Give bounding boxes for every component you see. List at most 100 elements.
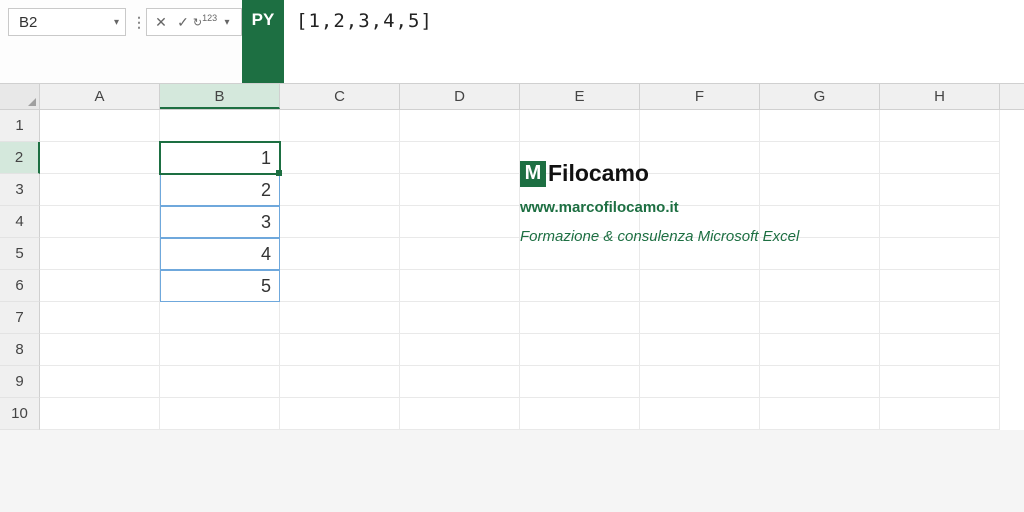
cell-H6[interactable]	[880, 270, 1000, 302]
cell-C8[interactable]	[280, 334, 400, 366]
row-header-1[interactable]: 1	[0, 110, 40, 142]
cell-A3[interactable]	[40, 174, 160, 206]
cell-D10[interactable]	[400, 398, 520, 430]
cell-H2[interactable]	[880, 142, 1000, 174]
col-header-E[interactable]: E	[520, 84, 640, 109]
cell-G1[interactable]	[760, 110, 880, 142]
cell-A5[interactable]	[40, 238, 160, 270]
cell-A7[interactable]	[40, 302, 160, 334]
cell-D2[interactable]	[400, 142, 520, 174]
cell-C2[interactable]	[280, 142, 400, 174]
cell-A1[interactable]	[40, 110, 160, 142]
cell-E1[interactable]	[520, 110, 640, 142]
col-header-C[interactable]: C	[280, 84, 400, 109]
cell-D9[interactable]	[400, 366, 520, 398]
cell-C6[interactable]	[280, 270, 400, 302]
cell-E7[interactable]	[520, 302, 640, 334]
enter-icon[interactable]: ✓	[173, 12, 193, 32]
cell-H10[interactable]	[880, 398, 1000, 430]
cell-C3[interactable]	[280, 174, 400, 206]
formula-input[interactable]: [1,2,3,4,5]	[284, 0, 1024, 83]
row-7: 7	[0, 302, 1024, 334]
row-header-5[interactable]: 5	[0, 238, 40, 270]
row-header-7[interactable]: 7	[0, 302, 40, 334]
cell-D5[interactable]	[400, 238, 520, 270]
row-header-4[interactable]: 4	[0, 206, 40, 238]
cell-D1[interactable]	[400, 110, 520, 142]
row-8: 8	[0, 334, 1024, 366]
row-5: 5 4	[0, 238, 1024, 270]
row-2: 2 1	[0, 142, 1024, 174]
cell-A10[interactable]	[40, 398, 160, 430]
cell-D4[interactable]	[400, 206, 520, 238]
cell-C1[interactable]	[280, 110, 400, 142]
chevron-down-icon[interactable]: ▾	[217, 12, 237, 32]
cell-F10[interactable]	[640, 398, 760, 430]
row-header-10[interactable]: 10	[0, 398, 40, 430]
name-box[interactable]: B2 ▾	[8, 8, 126, 36]
cell-A4[interactable]	[40, 206, 160, 238]
cell-D3[interactable]	[400, 174, 520, 206]
cell-E9[interactable]	[520, 366, 640, 398]
cell-B8[interactable]	[160, 334, 280, 366]
col-header-A[interactable]: A	[40, 84, 160, 109]
cell-D8[interactable]	[400, 334, 520, 366]
cell-H8[interactable]	[880, 334, 1000, 366]
cell-G10[interactable]	[760, 398, 880, 430]
cell-E10[interactable]	[520, 398, 640, 430]
cell-C4[interactable]	[280, 206, 400, 238]
cell-H7[interactable]	[880, 302, 1000, 334]
cell-H9[interactable]	[880, 366, 1000, 398]
cell-F6[interactable]	[640, 270, 760, 302]
column-headers: A B C D E F G H	[0, 84, 1024, 110]
refresh-icon[interactable]: ↻123	[195, 12, 215, 32]
col-header-D[interactable]: D	[400, 84, 520, 109]
cell-C5[interactable]	[280, 238, 400, 270]
select-all-corner[interactable]	[0, 84, 40, 109]
cell-A9[interactable]	[40, 366, 160, 398]
cell-B3[interactable]: 2	[160, 174, 280, 206]
cell-F8[interactable]	[640, 334, 760, 366]
row-header-6[interactable]: 6	[0, 270, 40, 302]
row-header-9[interactable]: 9	[0, 366, 40, 398]
cell-D7[interactable]	[400, 302, 520, 334]
cell-G6[interactable]	[760, 270, 880, 302]
col-header-G[interactable]: G	[760, 84, 880, 109]
col-header-B[interactable]: B	[160, 84, 280, 109]
cancel-icon[interactable]: ✕	[151, 12, 171, 32]
cell-C9[interactable]	[280, 366, 400, 398]
cell-H5[interactable]	[880, 238, 1000, 270]
cell-G8[interactable]	[760, 334, 880, 366]
cell-F7[interactable]	[640, 302, 760, 334]
col-header-H[interactable]: H	[880, 84, 1000, 109]
cell-B6[interactable]: 5	[160, 270, 280, 302]
cell-F1[interactable]	[640, 110, 760, 142]
cell-A2[interactable]	[40, 142, 160, 174]
cell-B5[interactable]: 4	[160, 238, 280, 270]
cell-B10[interactable]	[160, 398, 280, 430]
cell-A8[interactable]	[40, 334, 160, 366]
cell-H4[interactable]	[880, 206, 1000, 238]
cell-G7[interactable]	[760, 302, 880, 334]
cell-B7[interactable]	[160, 302, 280, 334]
row-header-2[interactable]: 2	[0, 142, 40, 174]
cell-E6[interactable]	[520, 270, 640, 302]
spreadsheet-grid: A B C D E F G H 1 2 1	[0, 84, 1024, 430]
cell-H1[interactable]	[880, 110, 1000, 142]
cell-C10[interactable]	[280, 398, 400, 430]
cell-F9[interactable]	[640, 366, 760, 398]
cell-B9[interactable]	[160, 366, 280, 398]
row-header-3[interactable]: 3	[0, 174, 40, 206]
cell-A6[interactable]	[40, 270, 160, 302]
cell-B4[interactable]: 3	[160, 206, 280, 238]
cell-G9[interactable]	[760, 366, 880, 398]
brand-url: www.marcofilocamo.it	[520, 199, 799, 216]
cell-H3[interactable]	[880, 174, 1000, 206]
col-header-F[interactable]: F	[640, 84, 760, 109]
cell-B1[interactable]	[160, 110, 280, 142]
cell-B2[interactable]: 1	[160, 142, 280, 174]
cell-E8[interactable]	[520, 334, 640, 366]
cell-D6[interactable]	[400, 270, 520, 302]
cell-C7[interactable]	[280, 302, 400, 334]
row-header-8[interactable]: 8	[0, 334, 40, 366]
